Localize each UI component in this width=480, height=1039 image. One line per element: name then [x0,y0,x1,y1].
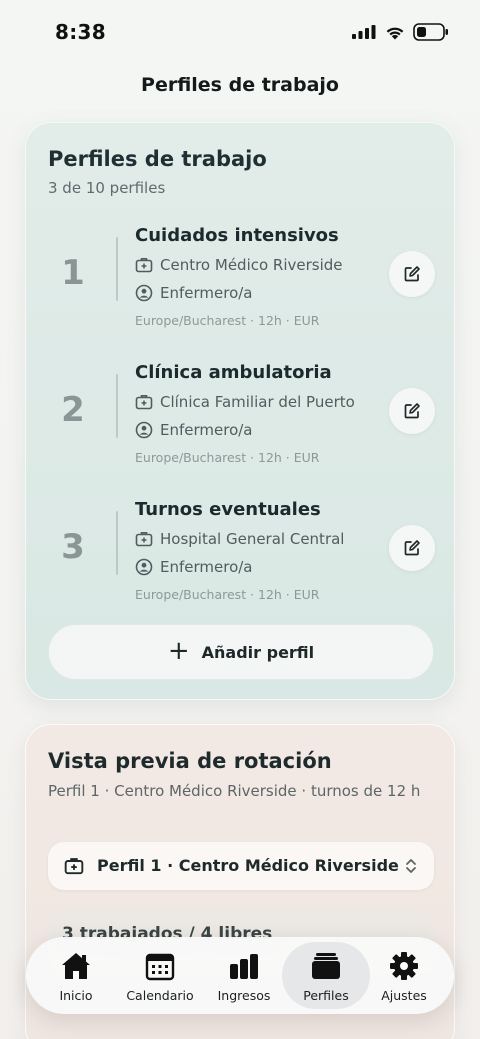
role-line: Enfermero/a [135,420,253,440]
medical-kit-icon [135,258,153,273]
plus-icon: + [167,635,190,666]
person-icon [135,284,153,302]
status-time: 8:38 [55,20,106,44]
facility-line: Centro Médico Riverside [135,255,343,275]
tab-inicio[interactable]: Inicio [32,942,120,1009]
chevron-up-down-icon [406,859,416,873]
tab-perfiles[interactable]: Perfiles [282,942,370,1009]
card-title: Perfiles de trabajo [48,147,267,171]
gear-icon [390,952,418,980]
facility-line: Clínica Familiar del Puerto [135,392,355,412]
profile-name: Turnos eventuales [135,499,321,520]
divider [116,374,118,438]
edit-profile-button[interactable] [389,388,435,434]
medical-kit-icon [135,532,153,547]
profile-count: 3 de 10 perfiles [48,179,166,197]
profile-row[interactable]: 1 Cuidados intensivos Centro Médico Rive… [26,225,456,355]
profile-number: 2 [61,390,85,430]
profile-meta: Europe/Bucharest · 12h · EUR [135,450,320,465]
facility-name: Centro Médico Riverside [160,256,343,274]
role-line: Enfermero/a [135,283,253,303]
edit-profile-button[interactable] [389,251,435,297]
divider [116,511,118,575]
facility-name: Clínica Familiar del Puerto [160,393,355,411]
preview-subtitle: Perfil 1 · Centro Médico Riverside · tur… [48,782,421,800]
profile-meta: Europe/Bucharest · 12h · EUR [135,587,320,602]
tab-label: Ingresos [217,988,271,1003]
selected-profile: Perfil 1 · Centro Médico Riverside [97,856,399,875]
profile-name: Cuidados intensivos [135,225,339,246]
profile-row[interactable]: 2 Clínica ambulatoria Clínica Familiar d… [26,362,456,492]
edit-icon [404,403,420,419]
tab-ajustes[interactable]: Ajustes [360,942,448,1009]
person-icon [135,421,153,439]
edit-profile-button[interactable] [389,525,435,571]
status-bar: 8:38 [0,0,480,64]
preview-title: Vista previa de rotación [48,749,332,773]
work-profiles-card: Perfiles de trabajo 3 de 10 perfiles 1 C… [25,122,455,700]
profile-meta: Europe/Bucharest · 12h · EUR [135,313,320,328]
battery-icon [413,23,448,41]
role-line: Enfermero/a [135,557,253,577]
tab-label: Perfiles [303,988,349,1003]
edit-icon [404,540,420,556]
facility-name: Hospital General Central [160,530,345,548]
medical-kit-icon [135,395,153,410]
page-title: Perfiles de trabajo [141,74,339,96]
role-name: Enfermero/a [160,284,253,302]
wifi-icon [386,27,404,40]
bar-chart-icon [230,954,258,979]
add-profile-label: Añadir perfil [201,642,315,662]
edit-icon [404,266,420,282]
profile-number: 1 [61,253,85,293]
home-icon [62,953,90,979]
facility-line: Hospital General Central [135,529,344,549]
calendar-icon [145,953,175,981]
tab-calendario[interactable]: Calendario [116,942,204,1009]
tab-ingresos[interactable]: Ingresos [200,942,288,1009]
tab-bar: Inicio Calendario Ingresos Perfiles Ajus… [26,937,454,1014]
tab-label: Calendario [126,988,194,1003]
stack-icon [312,953,340,979]
profile-number: 3 [61,527,85,567]
cellular-signal-icon [352,25,376,39]
divider [116,237,118,301]
profile-row[interactable]: 3 Turnos eventuales Hospital General Cen… [26,499,456,629]
role-name: Enfermero/a [160,558,253,576]
tab-label: Inicio [59,988,93,1003]
tab-label: Ajustes [381,988,427,1003]
medical-kit-icon [64,858,84,875]
profile-name: Clínica ambulatoria [135,362,332,383]
role-name: Enfermero/a [160,421,253,439]
add-profile-button[interactable]: + Añadir perfil [48,624,434,680]
profile-picker[interactable]: Perfil 1 · Centro Médico Riverside [48,842,434,890]
person-icon [135,558,153,576]
